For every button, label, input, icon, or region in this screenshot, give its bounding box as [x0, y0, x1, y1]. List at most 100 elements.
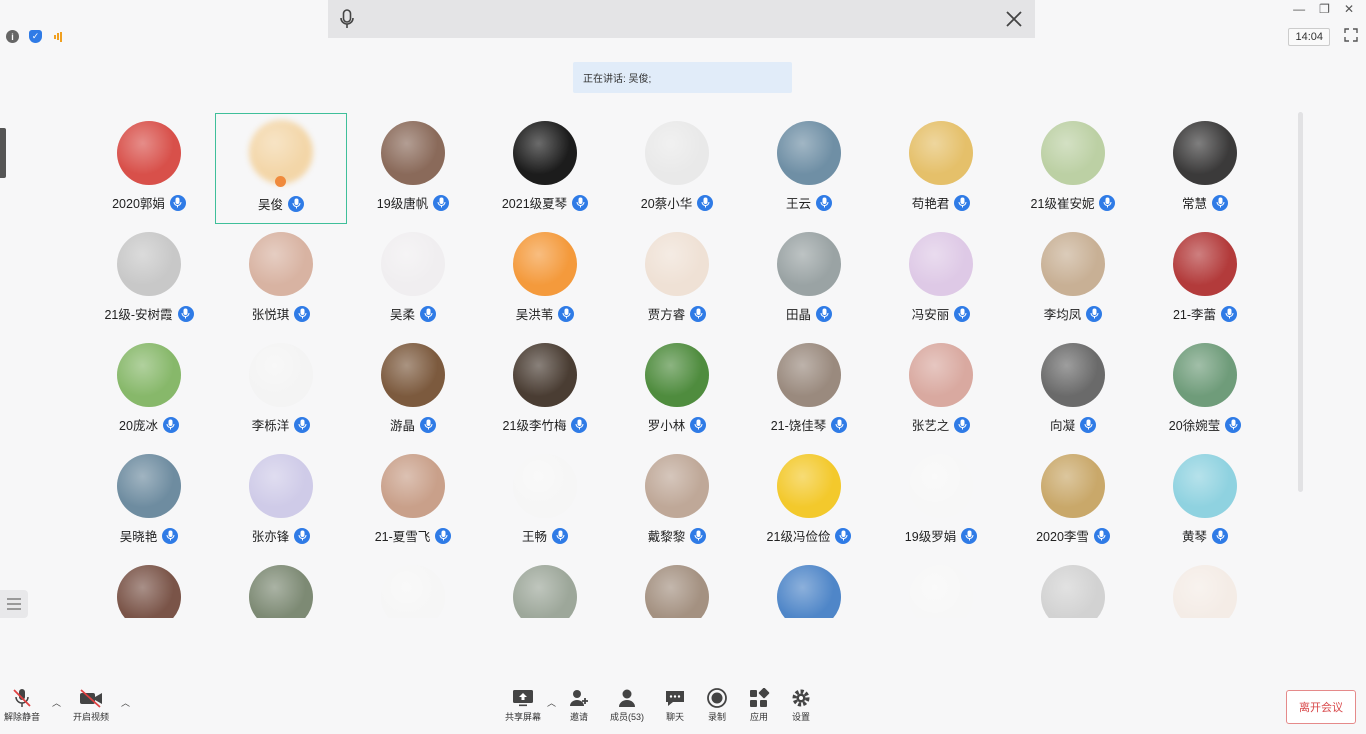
participant-name: 张艺之 — [911, 419, 950, 433]
video-options-caret[interactable]: ︿ — [121, 696, 130, 709]
participant-tile[interactable]: 19级唐帆 — [347, 113, 479, 224]
audio-options-caret[interactable]: ︿ — [52, 696, 61, 709]
participant-tile[interactable]: 李栎洋 — [215, 335, 347, 446]
shield-icon[interactable]: ✓ — [29, 30, 42, 43]
participant-tile[interactable]: 21级-安树霞 — [83, 224, 215, 335]
participant-tile[interactable] — [1139, 557, 1271, 618]
participant-tile[interactable]: 2021级夏琴 — [479, 113, 611, 224]
participant-tile[interactable]: 向凝 — [1007, 335, 1139, 446]
apps-button[interactable]: 应用 — [748, 688, 770, 723]
participant-tile[interactable]: 王畅 — [479, 446, 611, 557]
fullscreen-icon[interactable] — [1344, 28, 1358, 42]
participant-tile[interactable] — [875, 557, 1007, 618]
participant-tile[interactable] — [479, 557, 611, 618]
share-screen-label: 共享屏幕 — [505, 712, 542, 722]
participant-tile[interactable]: 冯安丽 — [875, 224, 1007, 335]
mic-status-icon — [831, 416, 848, 433]
participant-name: 罗小林 — [647, 419, 686, 433]
participant-tile[interactable]: 19级罗娟 — [875, 446, 1007, 557]
participant-tile[interactable]: 20庞冰 — [83, 335, 215, 446]
participant-name-row: 常慧 — [1139, 193, 1271, 212]
participant-tile[interactable]: 吴柔 — [347, 224, 479, 335]
avatar — [513, 565, 577, 618]
share-options-caret[interactable]: ︿ — [547, 696, 556, 709]
participant-tile[interactable]: 21级冯俭俭 — [743, 446, 875, 557]
participant-name-row: 2021级夏琴 — [479, 193, 611, 212]
participant-name: 李均凤 — [1043, 308, 1082, 322]
settings-button[interactable]: 设置 — [790, 688, 812, 723]
participant-name: 吴俊 — [257, 198, 283, 212]
participant-name-row: 21级冯俭俭 — [743, 526, 875, 545]
participant-tile[interactable]: 常慧 — [1139, 113, 1271, 224]
participant-tile[interactable] — [1007, 557, 1139, 618]
participant-tile[interactable] — [215, 557, 347, 618]
avatar — [381, 232, 445, 296]
participant-tile[interactable] — [83, 557, 215, 618]
side-panel-handle[interactable] — [0, 128, 6, 178]
participant-tile[interactable]: 吴洪苇 — [479, 224, 611, 335]
record-button[interactable]: 录制 — [706, 688, 728, 723]
avatar — [909, 343, 973, 407]
participant-tile[interactable]: 21级崔安妮 — [1007, 113, 1139, 224]
apps-label: 应用 — [750, 712, 769, 722]
participant-name-row: 王畅 — [479, 526, 611, 545]
participant-name: 冯安丽 — [911, 308, 950, 322]
avatar — [513, 121, 577, 185]
chat-label: 聊天 — [666, 712, 685, 722]
participant-tile[interactable]: 贾方睿 — [611, 224, 743, 335]
participant-tile[interactable]: 21-李蕾 — [1139, 224, 1271, 335]
participant-tile[interactable]: 黄琴 — [1139, 446, 1271, 557]
participant-tile[interactable]: 21-夏雪飞 — [347, 446, 479, 557]
minimize-icon[interactable]: — — [1293, 2, 1305, 16]
share-screen-button[interactable]: 共享屏幕 — [505, 688, 541, 723]
participant-tile[interactable]: 张悦琪 — [215, 224, 347, 335]
participant-name-row: 2020李雪 — [1007, 526, 1139, 545]
participant-tile[interactable]: 2020郭娟 — [83, 113, 215, 224]
participant-tile[interactable]: 王云 — [743, 113, 875, 224]
close-icon[interactable] — [1005, 10, 1023, 28]
mic-status-icon — [169, 194, 186, 211]
signal-icon[interactable] — [52, 30, 65, 43]
scrollbar[interactable] — [1298, 112, 1303, 492]
participant-tile[interactable]: 吴晓艳 — [83, 446, 215, 557]
chat-button[interactable]: 聊天 — [664, 688, 686, 723]
avatar — [645, 121, 709, 185]
info-icon[interactable]: i — [6, 30, 19, 43]
start-video-button[interactable]: 开启视频 — [73, 688, 109, 723]
participant-tile[interactable]: 苟艳君 — [875, 113, 1007, 224]
participant-tile[interactable]: 张亦锋 — [215, 446, 347, 557]
record-label: 录制 — [708, 712, 727, 722]
participant-name: 20庞冰 — [119, 419, 158, 433]
unmute-button[interactable]: 解除静音 — [4, 688, 40, 723]
restore-icon[interactable]: ❐ — [1319, 2, 1330, 16]
participant-tile[interactable]: 20徐婉莹 — [1139, 335, 1271, 446]
participant-tile[interactable]: 2020李雪 — [1007, 446, 1139, 557]
avatar — [777, 565, 841, 618]
participant-tile[interactable] — [347, 557, 479, 618]
participant-tile[interactable]: 游晶 — [347, 335, 479, 446]
mic-status-icon — [835, 527, 852, 544]
invite-button[interactable]: 邀请 — [568, 688, 590, 723]
participant-name-row: 苟艳君 — [875, 193, 1007, 212]
participant-tile[interactable]: 21-饶佳琴 — [743, 335, 875, 446]
close-window-icon[interactable]: ✕ — [1344, 2, 1354, 16]
participant-tile[interactable]: 戴黎黎 — [611, 446, 743, 557]
participant-tile[interactable] — [743, 557, 875, 618]
participant-name: 21-饶佳琴 — [770, 419, 827, 433]
participant-tile[interactable]: 李均凤 — [1007, 224, 1139, 335]
participant-tile[interactable]: 吴俊 — [215, 113, 347, 224]
participant-tile[interactable]: 21级李竹梅 — [479, 335, 611, 446]
mic-status-icon — [954, 305, 971, 322]
participant-tile[interactable] — [611, 557, 743, 618]
participant-tile[interactable]: 田晶 — [743, 224, 875, 335]
mic-status-icon — [816, 305, 832, 322]
participant-tile[interactable]: 张艺之 — [875, 335, 1007, 446]
participant-tile[interactable]: 罗小林 — [611, 335, 743, 446]
leave-meeting-button[interactable]: 离开会议 — [1286, 690, 1356, 724]
participant-name-row: 冯安丽 — [875, 304, 1007, 323]
mic-status-icon — [1093, 527, 1110, 544]
members-button[interactable]: 成员(53) — [610, 688, 644, 723]
menu-icon[interactable] — [0, 590, 28, 618]
participant-tile[interactable]: 20蔡小华 — [611, 113, 743, 224]
avatar — [249, 454, 313, 518]
